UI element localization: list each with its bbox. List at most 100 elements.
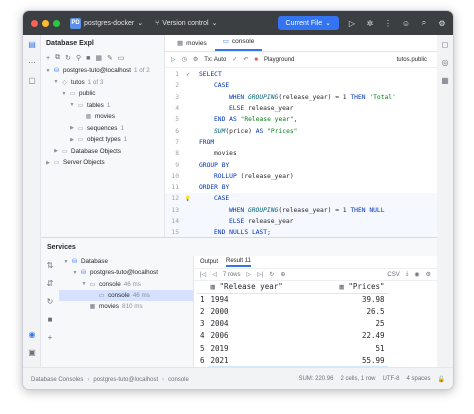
release-year-cell[interactable]: 2019 — [208, 342, 326, 354]
database-tool-icon[interactable]: ▤ — [23, 35, 41, 53]
debug-icon[interactable]: ✲ — [365, 19, 375, 28]
lock-icon[interactable]: 🔓 — [438, 376, 445, 383]
code-line[interactable]: 13 WHEN GROUPING(release_year) = 1 THEN N… — [165, 204, 437, 216]
tree-node[interactable]: ▶ ▭ object types 1 — [41, 134, 164, 146]
code-line[interactable]: 3 WHEN GROUPING(release_year) = 1 THEN 'T… — [165, 92, 437, 103]
prices-cell[interactable]: 26.5 — [326, 305, 388, 317]
table-row[interactable]: 2 2000 26.5 — [197, 305, 388, 317]
user-icon[interactable]: ☺ — [401, 19, 411, 28]
code-line[interactable]: 6 SUM(price) AS "Prices" — [165, 125, 437, 136]
executed-check-icon[interactable]: ✓ — [183, 71, 193, 78]
prices-cell[interactable]: 51 — [326, 342, 388, 354]
tree-node[interactable]: ▶ ▭ Database Objects — [41, 146, 164, 158]
search-icon[interactable]: ⌕ — [419, 18, 429, 28]
zoom-window-button[interactable] — [53, 19, 60, 27]
database-changes-icon[interactable]: ▦ — [436, 71, 453, 89]
code-line[interactable]: 4 ELSE release_year — [165, 103, 437, 114]
code-line[interactable]: 2 CASE — [165, 80, 437, 91]
code-line[interactable]: 9 GROUP BY — [165, 159, 437, 170]
tab-result[interactable]: Result 11 — [226, 258, 251, 267]
indent-widget[interactable]: 4 spaces — [407, 376, 431, 383]
row-number-cell[interactable]: 4 — [197, 330, 208, 342]
chevron-down-icon[interactable]: ▼ — [71, 270, 79, 276]
chevron-down-icon[interactable]: ▼ — [68, 102, 76, 108]
row-count[interactable]: 7 rows — [223, 272, 241, 278]
prices-cell[interactable]: 55.99 — [326, 354, 388, 366]
intention-bulb-icon[interactable]: 💡 — [183, 196, 193, 202]
rollback-icon[interactable]: ↶ — [243, 56, 248, 63]
column-header-prices[interactable]: ▦ "Prices" — [325, 281, 388, 294]
copy-icon[interactable]: ⧉ — [55, 54, 60, 62]
table-view-icon[interactable]: ▦ — [95, 54, 102, 62]
code-line[interactable]: 7 FROM — [165, 137, 437, 148]
prev-page-icon[interactable]: ◁ — [212, 271, 217, 278]
breadcrumb-item[interactable]: Database Consoles — [31, 377, 83, 383]
ai-assistant-icon[interactable]: ◎ — [436, 53, 453, 71]
settings-icon[interactable]: ⚙ — [426, 271, 431, 278]
chevron-down-icon[interactable]: ▼ — [80, 281, 88, 287]
row-number-cell[interactable]: 2 — [197, 305, 208, 317]
notifications-icon[interactable]: ◻ — [436, 35, 453, 53]
tree-node[interactable]: ▦ movies — [41, 111, 164, 123]
release-year-cell[interactable]: 2004 — [208, 318, 326, 330]
execute-icon[interactable]: ▷ — [171, 56, 176, 63]
service-node[interactable]: ▦ movies 810 ms — [59, 301, 193, 312]
view-icon[interactable]: ◉ — [414, 271, 419, 278]
run-icon[interactable]: ▷ — [347, 19, 357, 28]
table-row[interactable]: 6 2021 55.99 — [197, 354, 388, 366]
refresh-icon[interactable]: ↻ — [65, 54, 71, 62]
row-number-cell[interactable]: 1 — [197, 293, 208, 305]
release-year-cell[interactable]: 2006 — [208, 330, 326, 342]
filter-icon[interactable]: ⚲ — [76, 54, 81, 62]
services-tool-icon[interactable]: ◉ — [23, 325, 41, 343]
table-row[interactable]: 5 2019 51 — [197, 342, 388, 354]
pin-icon[interactable]: ⊕ — [280, 271, 285, 278]
tree-node[interactable]: ▼ ▭ tables 1 — [41, 100, 164, 112]
settings-icon[interactable]: ⚙ — [193, 56, 198, 63]
code-line[interactable]: 14 ELSE release_year — [165, 215, 437, 228]
encoding-widget[interactable]: UTF-8 — [383, 376, 400, 383]
chevron-right-icon[interactable]: ▶ — [44, 160, 52, 166]
service-node[interactable]: ▼ ⛁ postgres-tuto@localhost — [59, 267, 193, 278]
vcs-widget[interactable]: ⑂ Version control ⌄ — [155, 19, 217, 28]
row-number-cell[interactable]: 3 — [197, 318, 208, 330]
stop-icon[interactable]: ■ — [41, 310, 59, 328]
last-page-icon[interactable]: ▷| — [257, 271, 263, 278]
chevron-down-icon[interactable]: ▼ — [60, 91, 68, 97]
prices-cell[interactable]: 39.98 — [326, 293, 388, 305]
row-number-cell[interactable]: 5 — [197, 342, 208, 354]
chevron-down-icon[interactable]: ▼ — [52, 79, 60, 85]
settings-gear-icon[interactable]: ⚙ — [437, 19, 447, 28]
tree-node[interactable]: ▼ ▭ public — [41, 88, 164, 100]
code-line[interactable]: 10 ROLLUP (release_year) — [165, 171, 437, 182]
stop-icon[interactable]: ■ — [86, 55, 90, 62]
commit-icon[interactable]: ✓ — [232, 56, 237, 63]
export-format-selector[interactable]: CSV — [387, 272, 399, 278]
stop-icon[interactable]: ■ — [254, 57, 258, 63]
bookmarks-tool-icon[interactable]: ▢ — [23, 71, 41, 89]
tab-console[interactable]: ▭ console — [214, 37, 263, 51]
code-line[interactable]: 12 💡 CASE — [165, 193, 437, 205]
code-line[interactable]: 11 ORDER BY — [165, 182, 437, 193]
expand-all-icon[interactable]: ⇅ — [41, 256, 59, 274]
table-row[interactable]: 3 2004 25 — [197, 318, 388, 330]
release-year-cell[interactable]: 1994 — [208, 293, 326, 305]
more-icon[interactable]: ⋮ — [383, 19, 393, 28]
project-switcher[interactable]: PD postgres-docker ⌄ — [70, 17, 143, 29]
breadcrumb-item[interactable]: console — [168, 377, 189, 383]
refresh-icon[interactable]: ↻ — [269, 271, 274, 278]
next-page-icon[interactable]: ▷ — [246, 271, 251, 278]
table-row[interactable]: 1 1994 39.98 — [197, 293, 388, 305]
release-year-cell[interactable]: 2000 — [208, 305, 326, 317]
release-year-cell[interactable]: 2021 — [208, 354, 326, 366]
row-number-cell[interactable]: 6 — [197, 354, 208, 366]
collapse-all-icon[interactable]: ⇵ — [41, 274, 59, 292]
minimize-window-button[interactable] — [42, 19, 49, 27]
edit-icon[interactable]: ✎ — [107, 54, 113, 62]
schema-selector[interactable]: tutos.public — [397, 57, 427, 63]
tree-node[interactable]: ▶ ▭ sequences 1 — [41, 123, 164, 135]
table-row[interactable]: 4 2006 22.49 — [197, 330, 388, 342]
run-config-selector[interactable]: Current File ⌄ — [277, 16, 339, 30]
result-grid[interactable]: ▦ "Release year" ▦ "Prices" 1 1994 39.98 2 2… — [197, 281, 388, 379]
column-header-release-year[interactable]: ▦ "Release year" — [207, 281, 326, 294]
